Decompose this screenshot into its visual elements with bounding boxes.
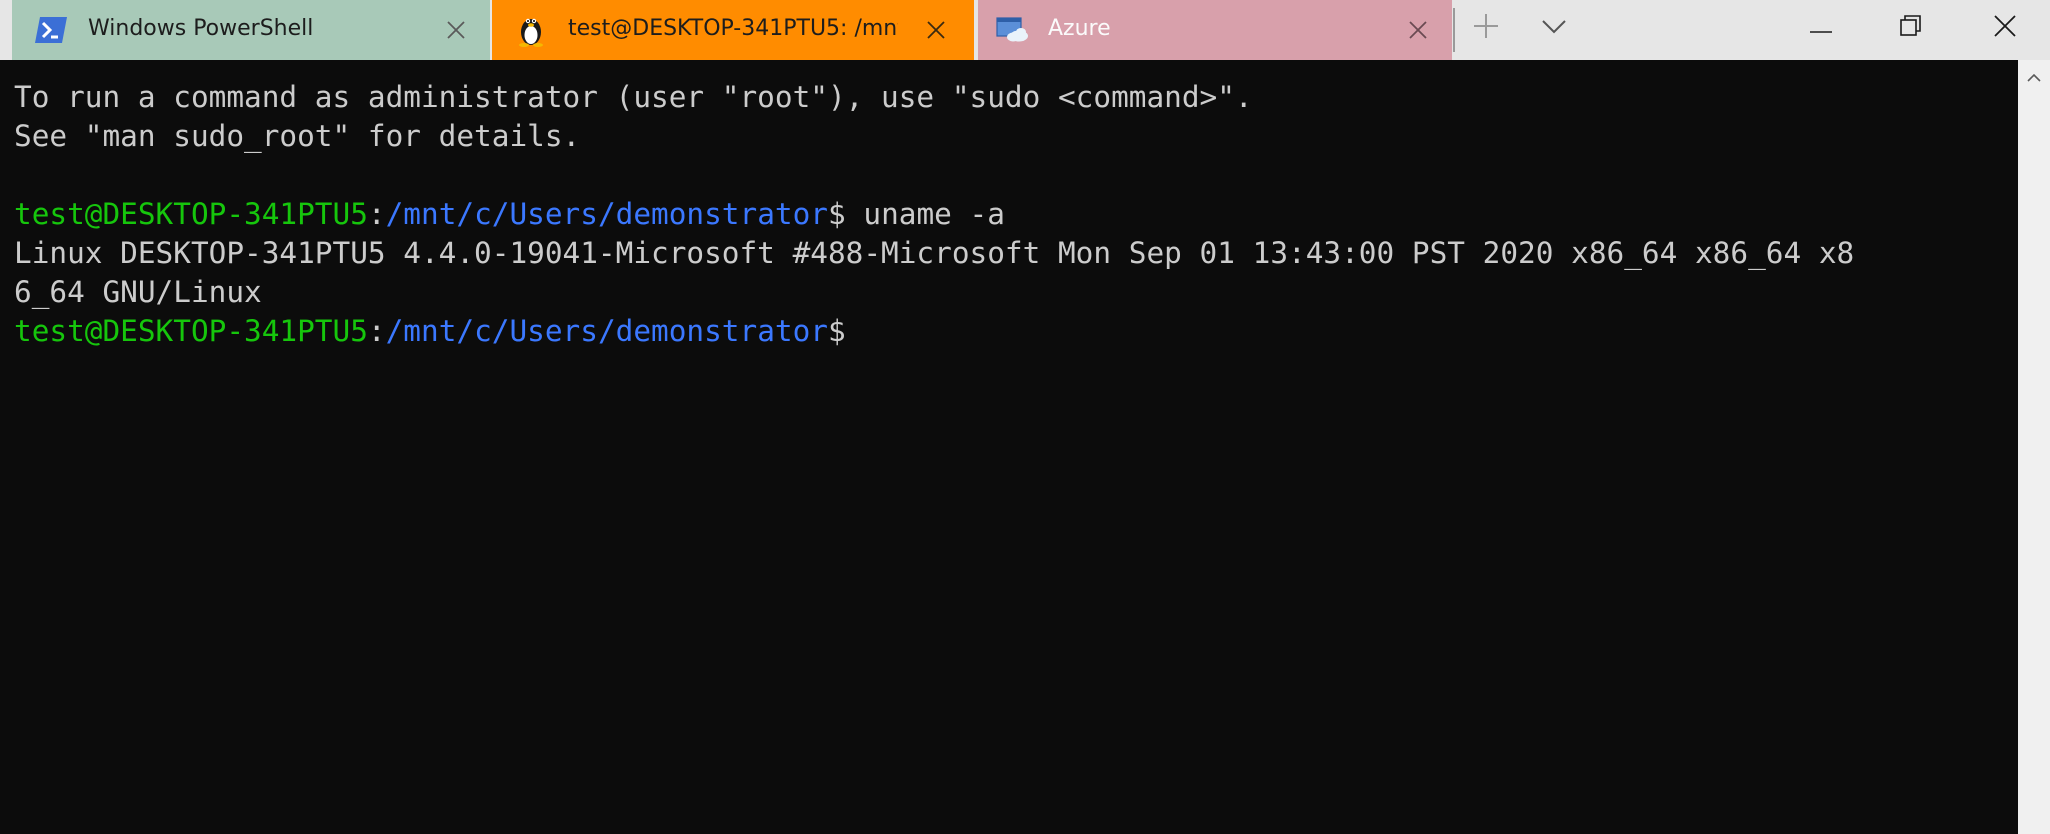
prompt-symbol: $ <box>827 197 846 231</box>
prompt-user-host: test@DESKTOP-341PTU5 <box>14 314 368 348</box>
chevron-up-icon <box>2027 67 2041 86</box>
close-window-button[interactable] <box>1960 0 2050 56</box>
restore-icon <box>1900 15 1922 41</box>
entered-command: uname -a <box>845 197 1005 231</box>
close-tab-icon[interactable] <box>922 16 950 44</box>
linux-penguin-icon <box>514 13 548 47</box>
title-bar: Windows PowerShell test@DESKTOP-341PTU5:… <box>0 0 2050 60</box>
prompt-user-host: test@DESKTOP-341PTU5 <box>14 197 368 231</box>
prompt-path: /mnt/c/Users/demonstrator <box>385 197 828 231</box>
powershell-icon <box>34 13 68 47</box>
tab-label: Windows PowerShell <box>88 16 314 41</box>
prompt-colon: : <box>367 197 386 231</box>
prompt-path: /mnt/c/Users/demonstrator <box>385 314 828 348</box>
close-tab-icon[interactable] <box>442 16 470 44</box>
minimize-button[interactable] <box>1776 0 1866 56</box>
scroll-up-button[interactable] <box>2018 60 2050 92</box>
prompt-symbol: $ <box>827 314 846 348</box>
command-output-line: 6_64 GNU/Linux <box>14 275 262 309</box>
vertical-scrollbar[interactable] <box>2018 60 2050 834</box>
prompt-line: test@DESKTOP-341PTU5:/mnt/c/Users/demons… <box>14 195 1005 234</box>
prompt-colon: : <box>367 314 386 348</box>
motd-line: See "man sudo_root" for details. <box>14 119 581 153</box>
chevron-down-icon <box>1542 19 1566 38</box>
motd-line: To run a command as administrator (user … <box>14 80 1253 114</box>
command-output-line: Linux DESKTOP-341PTU5 4.4.0-19041-Micros… <box>14 236 1855 270</box>
tab-windows-powershell[interactable]: Windows PowerShell <box>12 0 490 60</box>
azure-cloud-icon <box>996 13 1030 47</box>
restore-button[interactable] <box>1866 0 1956 56</box>
tab-separator <box>1453 8 1455 52</box>
new-tab-button[interactable] <box>1462 0 1510 56</box>
tab-azure[interactable]: Azure <box>978 0 1452 60</box>
close-tab-icon[interactable] <box>1404 16 1432 44</box>
tab-label: Azure <box>1048 16 1111 41</box>
new-tab-dropdown-button[interactable] <box>1530 0 1578 56</box>
tab-label: test@DESKTOP-341PTU5: /mnt/c/Users/demon… <box>568 16 898 41</box>
close-icon <box>1994 15 2016 41</box>
tab-ubuntu-wsl[interactable]: test@DESKTOP-341PTU5: /mnt/c/Users/demon… <box>492 0 974 60</box>
minimize-icon <box>1810 19 1832 38</box>
terminal-output[interactable]: To run a command as administrator (user … <box>0 60 2018 834</box>
plus-icon <box>1473 13 1499 43</box>
prompt-line[interactable]: test@DESKTOP-341PTU5:/mnt/c/Users/demons… <box>14 312 846 351</box>
